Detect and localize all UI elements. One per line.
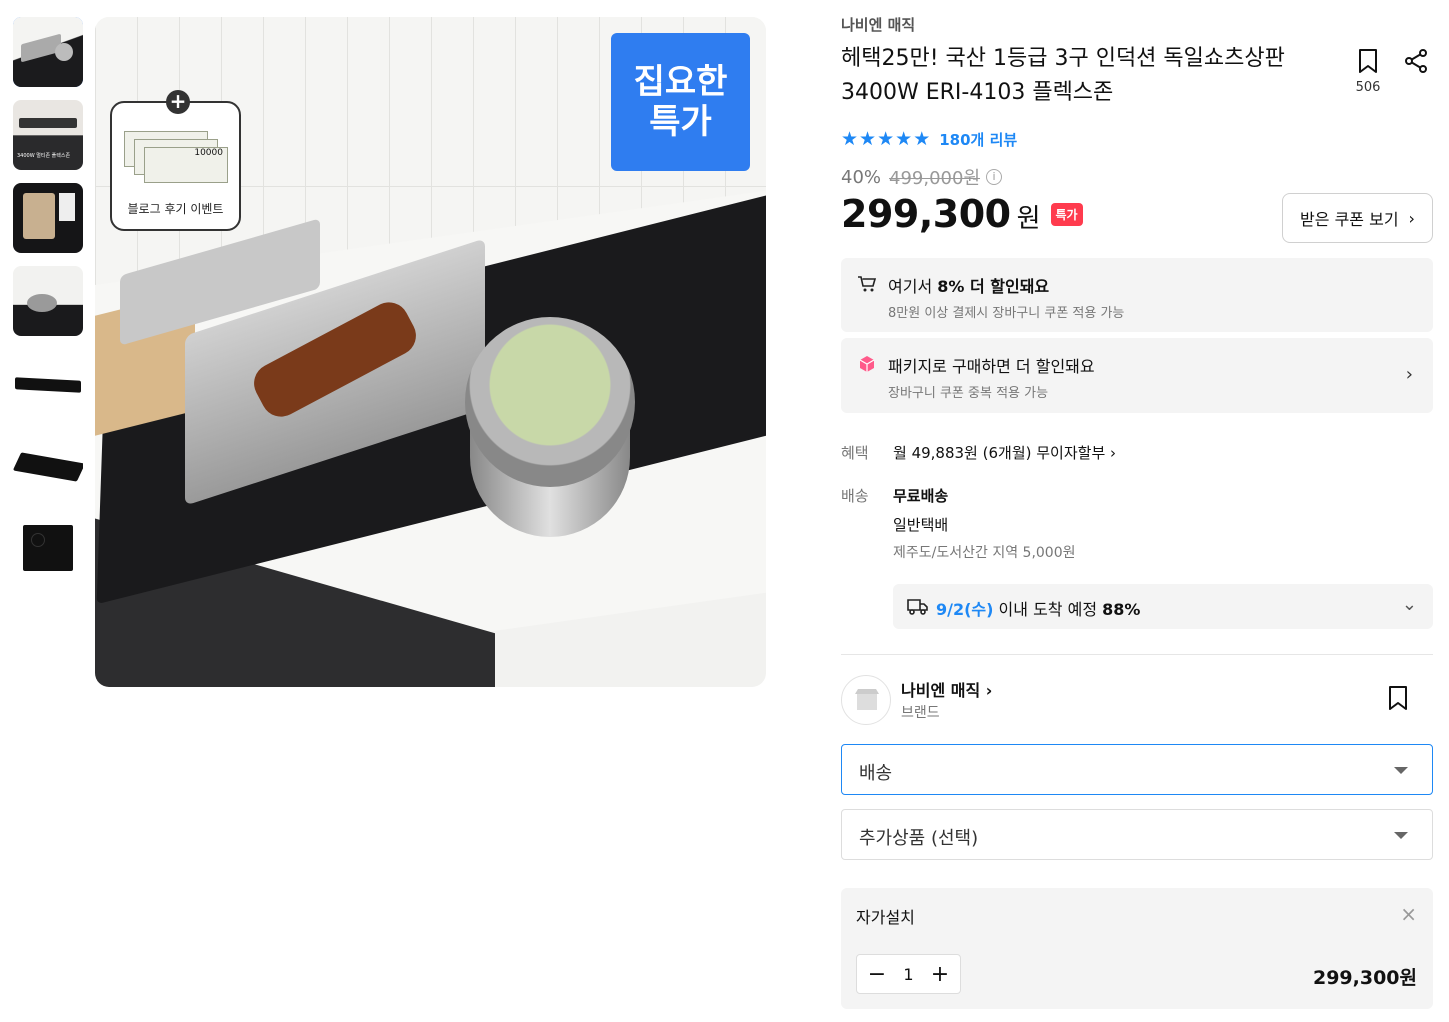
star-icon: ★	[895, 128, 913, 150]
thumbnail-caption: 3400W 멀티존 플렉스존	[17, 153, 71, 159]
delivery-estimate[interactable]: 9/2(수) 이내 도착 예정 88% ⌄	[893, 584, 1433, 629]
shipping-extra-fee: 제주도/도서산간 지역 5,000원	[893, 545, 1076, 561]
shipping-option-value: 배송	[859, 763, 893, 784]
delivery-estimate-text: 9/2(수) 이내 도착 예정 88%	[936, 600, 1141, 619]
product-title: 헤택25만! 국산 1등급 3구 인덕션 독일쇼츠상판 3400W ERI-41…	[841, 46, 1285, 105]
cart-discount-text: 여기서 8% 더 할인돼요	[888, 277, 1050, 296]
review-count-link[interactable]: 180개 리뷰	[939, 129, 1017, 150]
installment-link[interactable]: 월 49,883원 (6개월) 무이자할부 ›	[893, 442, 1116, 463]
package-discount-banner[interactable]: 패키지로 구매하면 더 할인돼요 장바구니 쿠폰 중복 적용 가능 ›	[841, 338, 1433, 413]
chevron-right-icon: ›	[985, 681, 993, 700]
rating[interactable]: ★ ★ ★ ★ ★ 180개 리뷰	[841, 128, 1017, 150]
bookmark-icon	[1359, 49, 1377, 73]
star-icon: ★	[841, 128, 859, 150]
thumbnail-5[interactable]	[13, 349, 83, 419]
shipping-option-select[interactable]: 배송	[841, 744, 1433, 795]
package-discount-sub: 장바구니 쿠폰 중복 적용 가능	[888, 386, 1049, 401]
view-coupons-button[interactable]: 받은 쿠폰 보기 ›	[1282, 193, 1433, 243]
blog-review-event-card[interactable]: + 10000 블로그 후기 이벤트	[110, 90, 241, 231]
thumbnail-2[interactable]: 3400W 멀티존 플렉스존	[13, 100, 83, 170]
addon-product-select[interactable]: 추가상품 (선택)	[841, 809, 1433, 860]
chevron-right-icon: ›	[1408, 208, 1415, 228]
free-shipping: 무료배송	[893, 487, 949, 505]
main-product-image: 집요한 특가 + 10000 블로그 후기 이벤트	[95, 17, 766, 687]
caret-down-icon	[1394, 767, 1408, 774]
discount-rate: 40%	[841, 166, 882, 188]
star-icon: ★	[877, 128, 895, 150]
shipping-label: 배송	[841, 487, 869, 505]
thumbnail-4[interactable]	[13, 266, 83, 336]
thumbnail-6[interactable]	[13, 432, 83, 502]
badge-line-1: 집요한	[633, 62, 728, 102]
thumbnail-1[interactable]	[13, 17, 83, 87]
caret-down-icon	[1394, 832, 1408, 839]
remove-option-close-icon[interactable]: ×	[1400, 902, 1417, 926]
option-total-price: 299,300원	[1312, 967, 1417, 989]
chevron-right-icon: ›	[1110, 444, 1117, 462]
original-price: 499,000원	[889, 168, 981, 189]
cart-discount-sub: 8만원 이상 결제시 장바구니 쿠폰 적용 가능	[888, 306, 1125, 321]
special-deal-badge: 집요한 특가	[611, 33, 750, 171]
sale-price: 299,300	[841, 192, 1011, 236]
package-discount-text: 패키지로 구매하면 더 할인돼요	[888, 357, 1095, 376]
event-label: 블로그 후기 이벤트	[127, 202, 224, 216]
store-name-link[interactable]: 나비엔 매직 ›	[901, 677, 992, 701]
selected-option-box: 자가설치 × − 1 + 299,300원	[841, 888, 1433, 1009]
share-icon	[1405, 49, 1427, 73]
thumbnail-list: 3400W 멀티존 플렉스존	[13, 17, 83, 598]
bookmark-count: 506	[1355, 80, 1381, 95]
store-type: 브랜드	[901, 705, 940, 721]
special-tag: 특가	[1050, 203, 1083, 226]
price-unit: 원	[1016, 204, 1041, 234]
selected-option-name: 자가설치	[856, 908, 915, 927]
store-icon	[855, 689, 879, 710]
plus-icon: +	[166, 90, 190, 114]
gift-voucher-illustration: 10000	[124, 131, 230, 186]
store-logo[interactable]	[841, 675, 891, 725]
star-icon: ★	[913, 128, 931, 150]
bookmark-button[interactable]: 506	[1353, 48, 1383, 95]
chevron-down-icon: ⌄	[1401, 594, 1417, 615]
price-row: 299,300 원 특가	[841, 192, 1083, 236]
info-icon[interactable]: i	[986, 169, 1003, 185]
package-icon	[859, 356, 875, 372]
benefit-label: 혜택	[841, 444, 869, 462]
addon-product-value: 추가상품 (선택)	[859, 828, 979, 849]
cart-discount-banner: 여기서 8% 더 할인돼요 8만원 이상 결제시 장바구니 쿠폰 적용 가능	[841, 258, 1433, 332]
share-button[interactable]	[1403, 48, 1429, 78]
thumbnail-3[interactable]	[13, 183, 83, 253]
brand-link[interactable]: 나비엔 매직	[841, 14, 915, 35]
star-icon: ★	[859, 128, 877, 150]
store-bookmark-button[interactable]	[1386, 685, 1410, 715]
coupon-button-label: 받은 쿠폰 보기	[1300, 210, 1399, 229]
thumbnail-7[interactable]	[13, 515, 83, 585]
quantity-value[interactable]: 1	[903, 965, 913, 984]
bookmark-icon	[1389, 686, 1407, 710]
chevron-right-icon: ›	[1405, 364, 1413, 385]
quantity-stepper: − 1 +	[856, 954, 961, 994]
badge-line-2: 특가	[649, 102, 712, 142]
increase-quantity-button[interactable]: +	[930, 962, 950, 987]
decrease-quantity-button[interactable]: −	[867, 962, 887, 987]
truck-icon	[907, 599, 928, 615]
cart-icon	[858, 276, 877, 292]
discount-row: 40% 499,000원 i	[841, 164, 1003, 190]
shipping-method: 일반택배	[893, 516, 949, 534]
divider	[841, 654, 1433, 655]
